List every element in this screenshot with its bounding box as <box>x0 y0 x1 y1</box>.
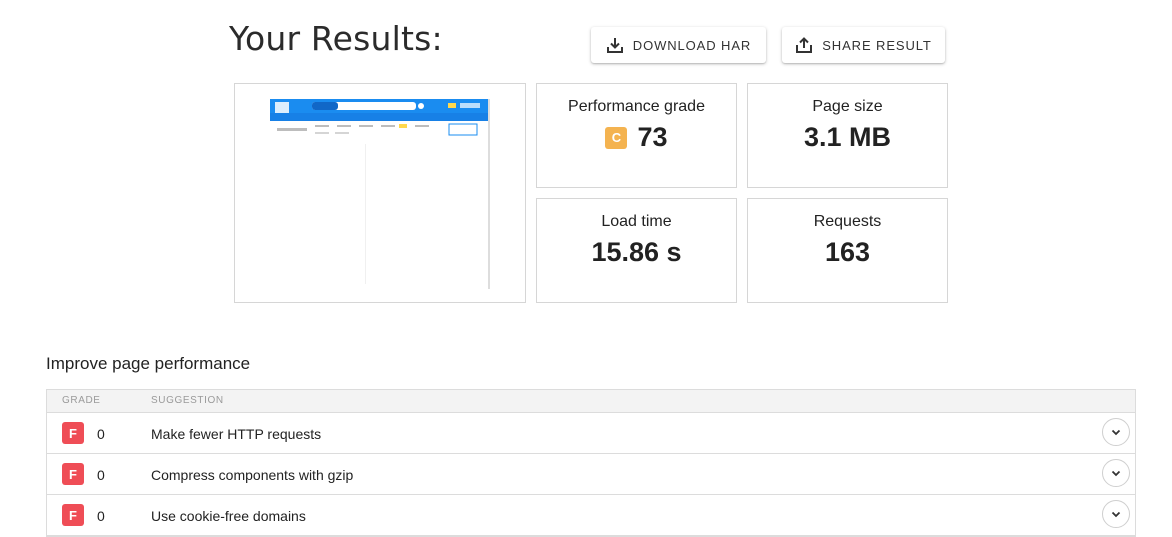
upload-icon <box>796 37 813 53</box>
page-title: Your Results: <box>229 19 443 58</box>
requests-card: Requests 163 <box>747 198 948 303</box>
page-size-label: Page size <box>812 98 883 115</box>
expand-button[interactable] <box>1102 418 1130 446</box>
download-icon <box>606 38 623 53</box>
performance-grade-label: Performance grade <box>568 98 705 115</box>
expand-button[interactable] <box>1102 500 1130 528</box>
page-screenshot-thumbnail[interactable] <box>234 83 526 303</box>
share-result-label: SHARE RESULT <box>822 37 932 53</box>
chevron-down-icon <box>1111 511 1121 518</box>
download-har-button[interactable]: DOWNLOAD HAR <box>591 27 766 63</box>
suggestion-text: Make fewer HTTP requests <box>151 426 322 442</box>
performance-grade-card: Performance grade C 73 <box>536 83 737 188</box>
load-time-card: Load time 15.86 s <box>536 198 737 303</box>
grade-badge: C <box>605 126 628 149</box>
grade-badge: F <box>62 504 84 526</box>
grade-column-header: GRADE <box>62 395 101 406</box>
page-size-value: 3.1 MB <box>803 122 892 152</box>
suggestion-column-header: SUGGESTION <box>151 395 224 406</box>
requests-value: 163 <box>824 237 871 267</box>
requests-label: Requests <box>813 213 882 230</box>
grade-badge: F <box>62 422 84 444</box>
suggestions-table: GRADE SUGGESTION F 0 Make fewer HTTP req… <box>46 389 1136 537</box>
performance-score: 73 <box>637 122 668 152</box>
table-row[interactable]: F 0 Make fewer HTTP requests <box>47 413 1135 454</box>
suggestion-text: Use cookie-free domains <box>151 508 306 524</box>
grade-badge: F <box>62 463 84 485</box>
load-time-value: 15.86 s <box>591 237 682 267</box>
chevron-down-icon <box>1111 429 1121 436</box>
suggestion-text: Compress components with gzip <box>151 467 354 483</box>
load-time-label: Load time <box>601 213 672 230</box>
grade-score: 0 <box>97 426 105 442</box>
download-har-label: DOWNLOAD HAR <box>632 37 752 53</box>
page-size-card: Page size 3.1 MB <box>747 83 948 188</box>
table-header: GRADE SUGGESTION <box>47 390 1135 413</box>
share-result-button[interactable]: SHARE RESULT <box>782 27 945 63</box>
chevron-down-icon <box>1111 470 1121 477</box>
table-row[interactable]: F 0 Compress components with gzip <box>47 454 1135 495</box>
expand-button[interactable] <box>1102 459 1130 487</box>
improve-section-title: Improve page performance <box>46 354 251 373</box>
table-row[interactable]: F 0 Use cookie-free domains <box>47 495 1135 536</box>
grade-score: 0 <box>97 508 105 524</box>
grade-score: 0 <box>97 467 105 483</box>
website-preview-image <box>270 99 490 289</box>
